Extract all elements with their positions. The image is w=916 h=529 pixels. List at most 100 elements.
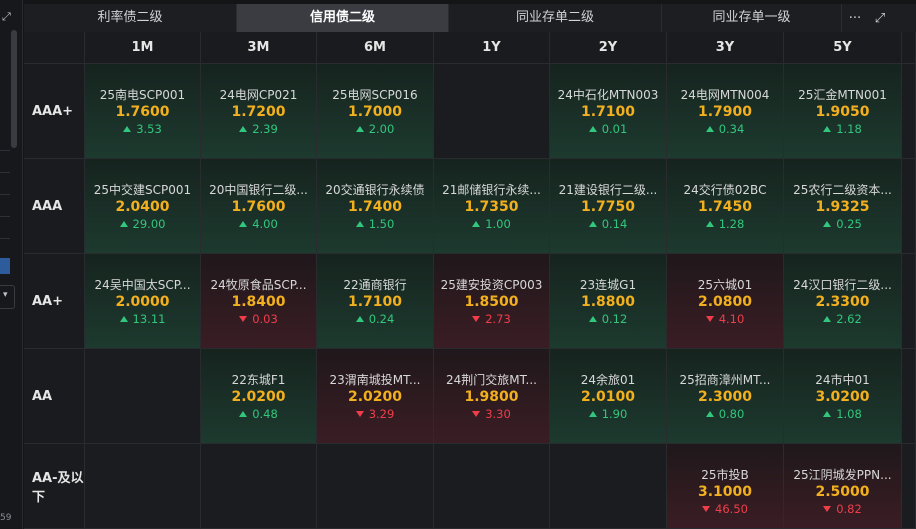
bond-change-value: 2.00 [368,122,395,136]
bond-cell[interactable]: 25汇金MTN001 1.9050 1.18 [784,64,902,159]
bond-cell[interactable]: 25建安投资CP003 1.8500 2.73 [434,254,550,349]
bond-name: 25南电SCP001 [99,88,186,102]
bond-change: 13.11 [85,312,200,326]
bond-name: 25电网SCP016 [332,88,418,102]
left-scrollbar[interactable] [11,30,17,148]
selected-row-marker[interactable] [0,258,10,274]
bond-yield: 1.7350 [464,199,519,215]
bond-change: 0.12 [550,312,666,326]
bond-change: 29.00 [85,217,200,231]
bond-cell[interactable]: 25六城01 2.0800 4.10 [667,254,784,349]
bond-name: 24中石化MTN003 [557,88,659,102]
bond-cell[interactable]: 24电网CP021 1.7200 2.39 [201,64,317,159]
grid-filler [902,349,916,444]
triangle-up-icon [119,316,128,322]
bond-cell[interactable]: 23渭南城投MT... 2.0200 3.29 [317,349,434,444]
bond-cell[interactable]: 24荆门交旅MT... 1.9800 3.30 [434,349,550,444]
bond-change: 0.82 [784,502,901,516]
bond-change: 3.29 [317,407,433,421]
bond-name: 20交通银行永续债 [325,183,425,197]
tab-ncd-primary[interactable]: 同业存单一级 [662,4,842,32]
bond-name: 22通商银行 [343,278,407,292]
bond-change-value: 0.03 [252,312,278,326]
header-filler [902,32,916,64]
bond-cell[interactable]: 24电网MTN004 1.7900 0.34 [667,64,784,159]
bond-change-value: 4.00 [252,217,278,231]
bond-cell[interactable]: 22通商银行 1.7100 0.24 [317,254,434,349]
column-header-1m[interactable]: 1M [85,32,201,64]
tab-rate-bond-secondary[interactable]: 利率债二级 [24,4,237,32]
bond-cell[interactable]: 24交行债02BC 1.7450 1.28 [667,159,784,254]
row-label: AA [24,349,85,444]
bond-name: 24吴中国太SCP... [94,278,191,292]
bond-cell[interactable]: 24汉口银行二级... 2.3300 2.62 [784,254,902,349]
triangle-up-icon [588,221,597,227]
bond-change: 1.18 [784,122,901,136]
bond-name: 25市投B [701,468,749,482]
bond-cell[interactable]: 25中交建SCP001 2.0400 29.00 [85,159,201,254]
bond-yield: 2.0100 [580,389,636,405]
bond-yield: 1.7600 [115,104,170,120]
triangle-down-icon [705,316,714,322]
tab-credit-bond-secondary[interactable]: 信用债二级 [237,4,449,32]
column-header-2y[interactable]: 2Y [550,32,667,64]
bond-name: 24电网CP021 [219,88,298,102]
bond-change-value: 1.90 [601,407,628,421]
bond-cell[interactable]: 25招商漳州MT... 2.3000 0.80 [667,349,784,444]
bond-cell[interactable]: 25农行二级资本... 1.9325 0.25 [784,159,902,254]
more-icon[interactable]: ··· [849,11,861,26]
bond-cell[interactable]: 22东城F1 2.0200 0.48 [201,349,317,444]
expand-icon[interactable]: ⤢ [2,10,11,24]
bond-cell[interactable]: 24市中01 3.0200 1.08 [784,349,902,444]
bond-name: 23渭南城投MT... [329,373,421,387]
bond-cell[interactable]: 21邮储银行永续... 1.7350 1.00 [434,159,550,254]
bond-change: 1.28 [667,217,783,231]
row-label: AAA+ [24,64,85,159]
bond-cell[interactable]: 25电网SCP016 1.7000 2.00 [317,64,434,159]
bond-change-value: 0.80 [718,407,745,421]
bond-yield: 1.8800 [580,294,636,310]
bond-change: 0.48 [201,407,316,421]
bond-cell[interactable]: 23连城G1 1.8800 0.12 [550,254,667,349]
bond-change: 0.14 [550,217,666,231]
divider [0,150,10,151]
triangle-down-icon [472,411,481,417]
bond-change-value: 0.82 [836,502,862,516]
bond-change-value: 3.53 [136,122,162,136]
column-header-3y[interactable]: 3Y [667,32,784,64]
bond-name: 25建安投资CP003 [440,278,543,292]
triangle-down-icon [239,316,248,322]
bond-cell[interactable]: 21建设银行二级... 1.7750 0.14 [550,159,667,254]
bond-cell[interactable]: 24吴中国太SCP... 2.0000 13.11 [85,254,201,349]
bond-change: 0.25 [784,217,901,231]
empty-cell [85,349,201,444]
bond-yield: 2.0800 [697,294,753,310]
bond-change: 2.73 [434,312,549,326]
bond-cell[interactable]: 25南电SCP001 1.7600 3.53 [85,64,201,159]
bond-name: 25招商漳州MT... [679,373,771,387]
bond-change: 0.24 [317,312,433,326]
empty-cell [550,444,667,529]
bond-yield: 1.7750 [580,199,636,215]
column-header-5y[interactable]: 5Y [784,32,902,64]
bond-cell[interactable]: 20交通银行永续债 1.7400 1.50 [317,159,434,254]
bond-cell[interactable]: 20中国银行二级... 1.7600 4.00 [201,159,317,254]
column-header-3m[interactable]: 3M [201,32,317,64]
bond-change: 46.50 [667,502,783,516]
bond-cell[interactable]: 24中石化MTN003 1.7100 0.01 [550,64,667,159]
left-dropdown[interactable]: ▾ [0,285,15,309]
column-header-6m[interactable]: 6M [317,32,434,64]
triangle-up-icon [239,221,248,227]
bond-cell[interactable]: 24余旅01 2.0100 1.90 [550,349,667,444]
tab-ncd-secondary[interactable]: 同业存单二级 [449,4,662,32]
fullscreen-icon[interactable]: ⤢ [875,11,885,26]
bond-cell[interactable]: 25江阴城发PPN... 2.5000 0.82 [784,444,902,529]
bond-name: 25汇金MTN001 [798,88,887,102]
bond-change: 0.34 [667,122,783,136]
bond-cell[interactable]: 24牧原食品SCP... 1.8400 0.03 [201,254,317,349]
bond-change: 4.00 [201,217,316,231]
bond-cell[interactable]: 25市投B 3.1000 46.50 [667,444,784,529]
column-header-1y[interactable]: 1Y [434,32,550,64]
bond-change-value: 0.25 [836,217,862,231]
bond-name: 21邮储银行永续... [442,183,541,197]
